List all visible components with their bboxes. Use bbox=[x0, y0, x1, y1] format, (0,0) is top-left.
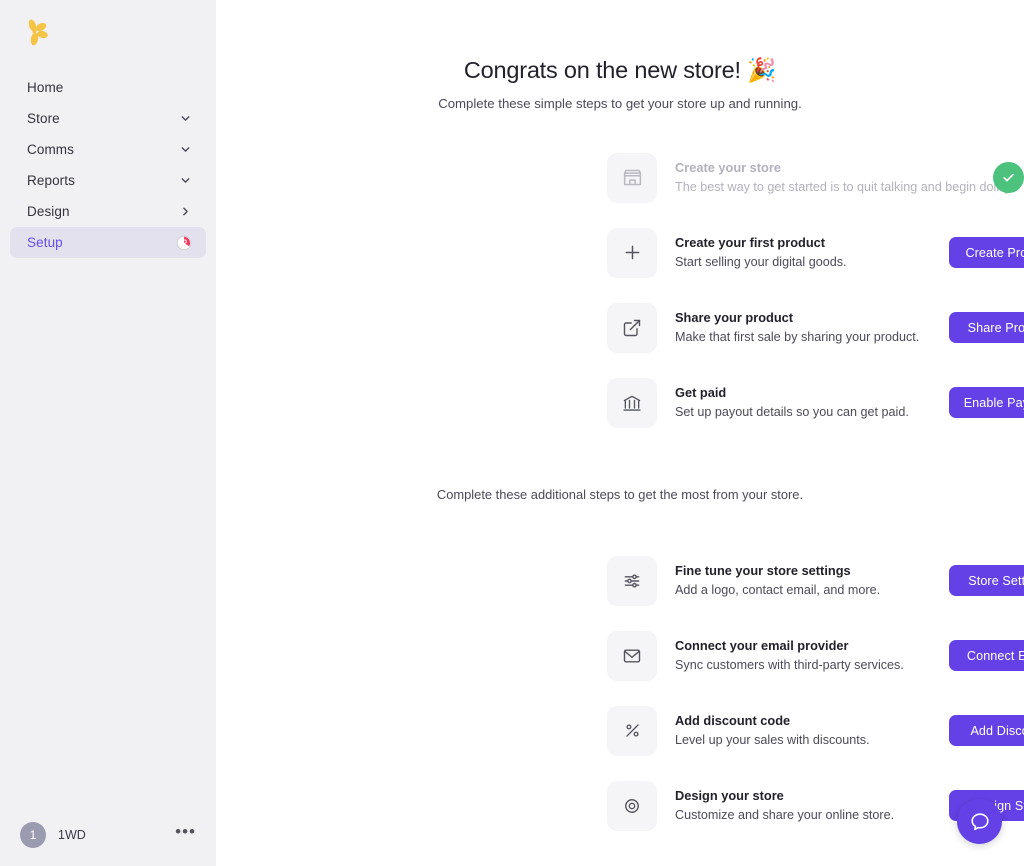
task-description: Sync customers with third-party services… bbox=[675, 657, 904, 672]
task-description: The best way to get started is to quit t… bbox=[675, 179, 1011, 194]
sidebar-item-store[interactable]: Store bbox=[10, 103, 206, 134]
additional-steps-header: Complete these additional steps to get t… bbox=[436, 487, 804, 502]
store-settings-button[interactable]: Store Settings bbox=[949, 565, 1024, 596]
account-menu-button[interactable]: ••• bbox=[175, 823, 196, 843]
sidebar-item-reports[interactable]: Reports bbox=[10, 165, 206, 196]
sidebar-item-home[interactable]: Home bbox=[10, 72, 206, 103]
task-action: Share Product bbox=[949, 312, 1024, 343]
task-row: Add discount code Level up your sales wi… bbox=[216, 693, 1024, 768]
task-title: Design your store bbox=[675, 787, 784, 803]
store-icon bbox=[607, 152, 657, 203]
sidebar-footer: 1 1WD ••• bbox=[0, 804, 216, 866]
task-text: Add discount code Level up your sales wi… bbox=[675, 712, 949, 750]
sidebar-nav: Home Store Comms Reports Design Setup bbox=[0, 72, 216, 258]
app-root: Home Store Comms Reports Design Setup 1 … bbox=[0, 0, 1024, 866]
task-title: Create your first product bbox=[675, 234, 826, 250]
task-description: Add a logo, contact email, and more. bbox=[675, 582, 881, 597]
page-title: Congrats on the new store! 🎉 bbox=[463, 57, 777, 83]
plus-icon bbox=[607, 227, 657, 278]
task-action: Add Discount bbox=[949, 715, 1024, 746]
task-description: Start selling your digital goods. bbox=[675, 254, 847, 269]
task-title: Get paid bbox=[675, 384, 727, 400]
task-row: Connect your email provider Sync custome… bbox=[216, 618, 1024, 693]
task-action: Store Settings bbox=[949, 565, 1024, 596]
setup-progress-badge-icon bbox=[176, 235, 192, 250]
task-text: Design your store Customize and share yo… bbox=[675, 787, 949, 825]
chevron-down-icon bbox=[181, 178, 190, 183]
check-icon bbox=[1003, 173, 1014, 182]
task-title: Share your product bbox=[675, 309, 794, 325]
task-action: Create Product bbox=[949, 237, 1024, 268]
account-name: 1WD bbox=[58, 828, 86, 842]
sidebar-item-label: Design bbox=[27, 204, 70, 219]
main-content: Congrats on the new store! 🎉 Complete th… bbox=[216, 0, 1024, 866]
task-text: Connect your email provider Sync custome… bbox=[675, 637, 949, 675]
avatar[interactable]: 1 bbox=[20, 822, 46, 848]
percent-icon bbox=[607, 705, 657, 756]
sliders-icon bbox=[607, 555, 657, 606]
sidebar-item-label: Reports bbox=[27, 173, 75, 188]
additional-task-list: Fine tune your store settings Add a logo… bbox=[216, 543, 1024, 843]
create-product-button[interactable]: Create Product bbox=[949, 237, 1024, 268]
chevron-down-icon bbox=[181, 116, 190, 121]
task-description: Set up payout details so you can get pai… bbox=[675, 404, 909, 419]
status-badge bbox=[993, 162, 1024, 193]
page-subtitle: Complete these simple steps to get your … bbox=[438, 96, 802, 111]
connect-email-button[interactable]: Connect Email bbox=[949, 640, 1024, 671]
task-text: Fine tune your store settings Add a logo… bbox=[675, 562, 949, 600]
task-text: Share your product Make that first sale … bbox=[675, 309, 949, 347]
add-discount-button[interactable]: Add Discount bbox=[949, 715, 1024, 746]
hero-section: Congrats on the new store! 🎉 Complete th… bbox=[216, 0, 1024, 111]
task-action bbox=[949, 162, 1024, 193]
sidebar-item-design[interactable]: Design bbox=[10, 196, 206, 227]
sidebar-item-label: Home bbox=[27, 80, 64, 95]
chat-bubble-icon bbox=[970, 812, 989, 830]
task-row: Create your first product Start selling … bbox=[216, 215, 1024, 290]
task-row: Share your product Make that first sale … bbox=[216, 290, 1024, 365]
task-title: Create your store bbox=[675, 159, 781, 175]
sidebar-item-comms[interactable]: Comms bbox=[10, 134, 206, 165]
target-icon bbox=[607, 780, 657, 831]
sidebar: Home Store Comms Reports Design Setup 1 … bbox=[0, 0, 216, 866]
task-title: Add discount code bbox=[675, 712, 791, 728]
envelope-icon bbox=[607, 630, 657, 681]
gumroad-petal-logo bbox=[28, 19, 48, 46]
bank-icon bbox=[607, 377, 657, 428]
sidebar-item-label: Comms bbox=[27, 142, 74, 157]
task-row: Fine tune your store settings Add a logo… bbox=[216, 543, 1024, 618]
task-action: Enable Payouts bbox=[949, 387, 1024, 418]
sidebar-item-setup[interactable]: Setup bbox=[10, 227, 206, 258]
task-row: Design your store Customize and share yo… bbox=[216, 768, 1024, 843]
task-row: Create your store The best way to get st… bbox=[216, 140, 1024, 215]
task-title: Fine tune your store settings bbox=[675, 562, 851, 578]
chevron-right-icon bbox=[183, 207, 188, 216]
task-description: Level up your sales with discounts. bbox=[675, 732, 870, 747]
help-chat-button[interactable] bbox=[957, 799, 1002, 844]
chevron-down-icon bbox=[181, 147, 190, 152]
task-text: Create your store The best way to get st… bbox=[675, 159, 1011, 197]
task-title: Connect your email provider bbox=[675, 637, 849, 653]
task-action: Connect Email bbox=[949, 640, 1024, 671]
enable-payouts-button[interactable]: Enable Payouts bbox=[949, 387, 1024, 418]
task-row: Get paid Set up payout details so you ca… bbox=[216, 365, 1024, 440]
task-text: Get paid Set up payout details so you ca… bbox=[675, 384, 949, 422]
share-product-button[interactable]: Share Product bbox=[949, 312, 1024, 343]
task-description: Customize and share your online store. bbox=[675, 807, 895, 822]
task-description: Make that first sale by sharing your pro… bbox=[675, 329, 920, 344]
task-text: Create your first product Start selling … bbox=[675, 234, 949, 272]
logo-container[interactable] bbox=[0, 0, 216, 66]
external-link-icon bbox=[607, 302, 657, 353]
sidebar-item-label: Setup bbox=[27, 235, 63, 250]
sidebar-item-label: Store bbox=[27, 111, 60, 126]
primary-task-list: Create your store The best way to get st… bbox=[216, 140, 1024, 440]
